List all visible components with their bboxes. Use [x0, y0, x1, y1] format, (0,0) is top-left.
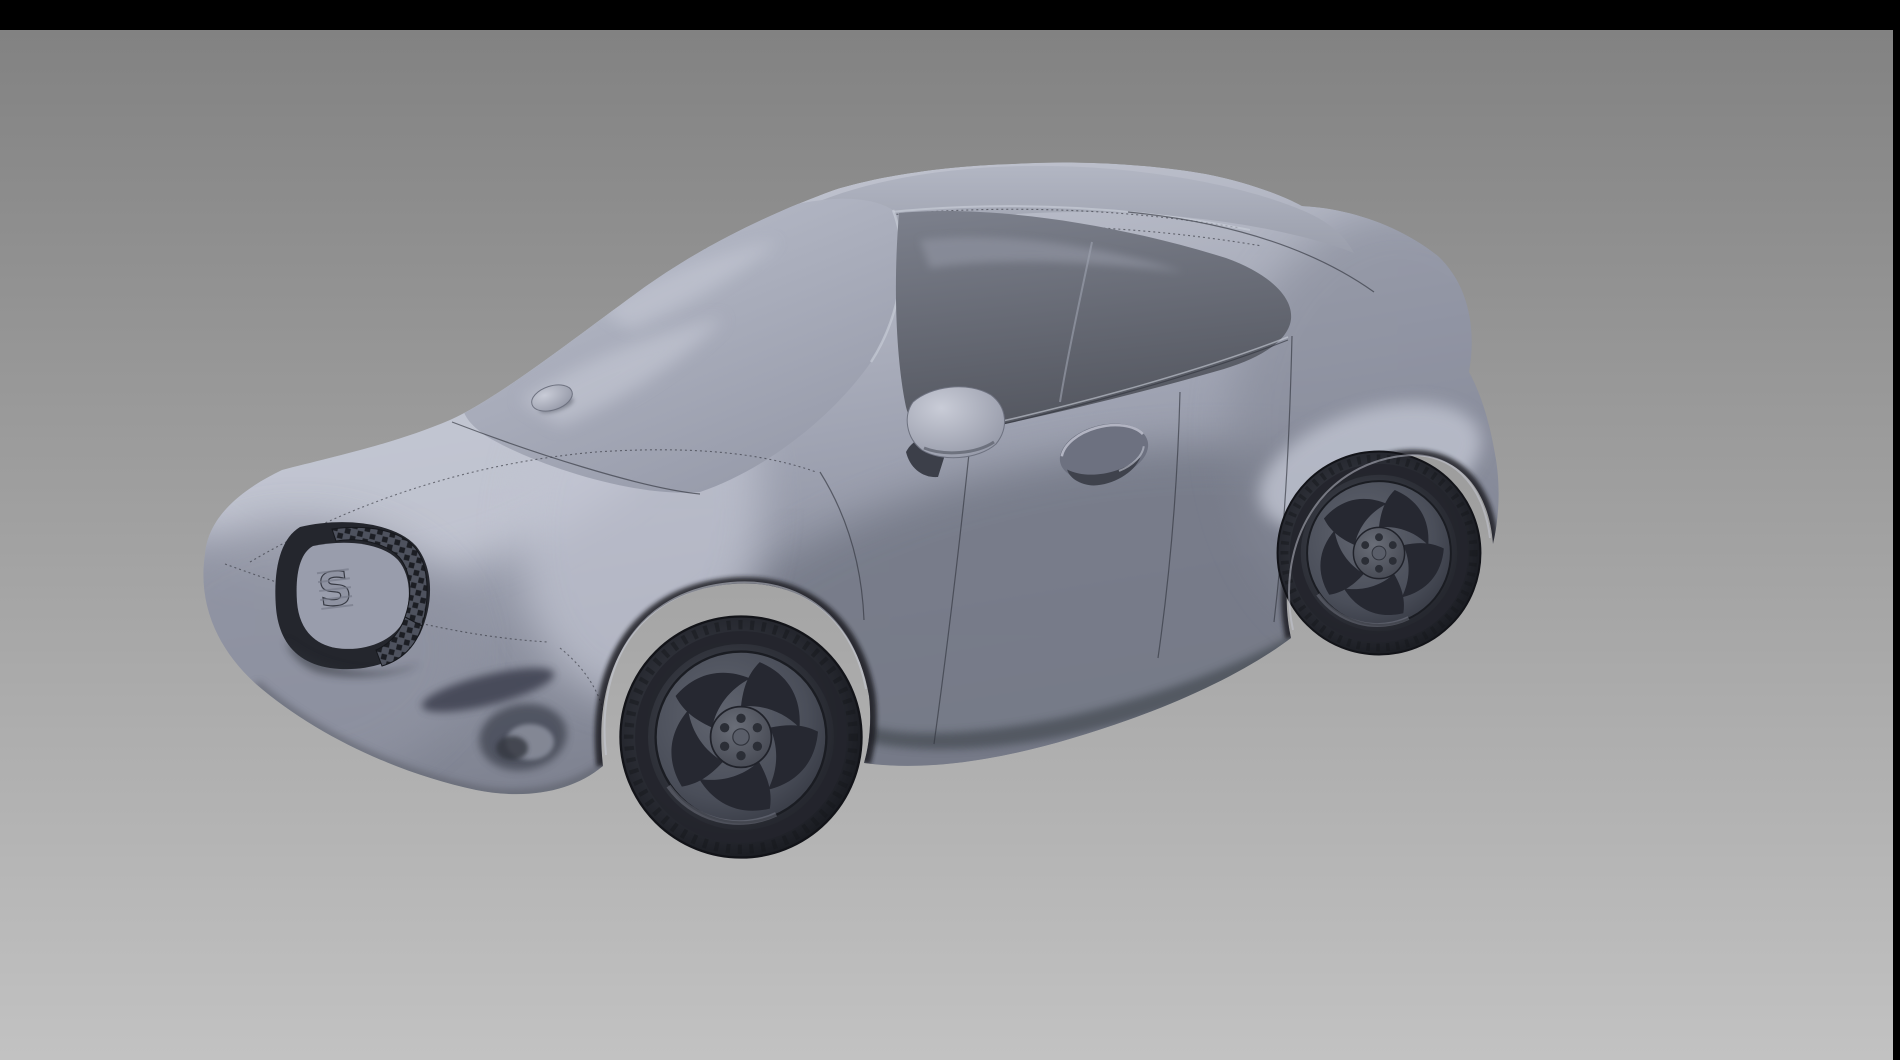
right-black-bar — [1893, 0, 1900, 1060]
rear-wheel — [1278, 452, 1481, 655]
render-viewport[interactable]: S — [0, 0, 1900, 1060]
grille-face — [297, 543, 409, 649]
seat-badge: S — [315, 560, 354, 618]
front-wheel — [620, 616, 861, 857]
top-black-bar — [0, 0, 1900, 30]
